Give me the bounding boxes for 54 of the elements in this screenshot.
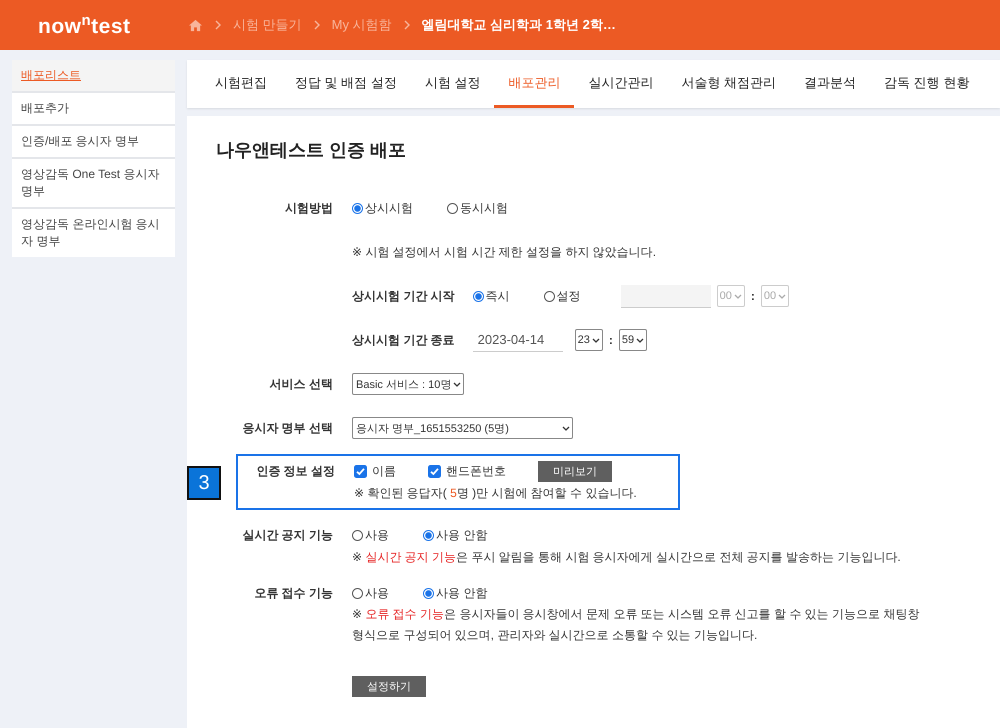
field-label: 실시간 공지 기능 xyxy=(241,526,334,544)
field-label: 응시자 명부 선택 xyxy=(241,420,334,436)
checkbox[interactable] xyxy=(354,464,367,478)
time-separator: : xyxy=(750,289,755,303)
preview-button[interactable]: 미리보기 xyxy=(538,460,612,482)
tab[interactable]: 결과분석 xyxy=(790,60,870,108)
field-label: 오류 접수 기능 xyxy=(253,584,334,602)
note-text: ※ 확인된 응답자( 5명 )만 시험에 참여할 수 있습니다. xyxy=(354,484,637,502)
field-label: 인증 정보 설정 xyxy=(255,462,336,480)
tab[interactable]: 서술형 채점관리 xyxy=(667,60,790,108)
caret-icon xyxy=(453,382,462,386)
time-separator: : xyxy=(608,333,613,347)
caret-icon xyxy=(592,338,600,342)
checkbox-option[interactable]: 이름 xyxy=(354,462,396,480)
sidebar-item[interactable]: 배포추가 xyxy=(12,93,175,124)
roster-select[interactable]: 응시자 명부_1651553250 (5명) xyxy=(352,417,573,439)
tab[interactable]: 시험 설정 xyxy=(410,60,494,108)
note-text: ※ 시험 설정에서 시험 시간 제한 설정을 하지 않았습니다. xyxy=(352,244,656,260)
field-label: 상시시험 기간 시작 xyxy=(352,288,455,304)
tab[interactable]: 실시간관리 xyxy=(574,60,668,108)
radio-option[interactable]: 상시시험 xyxy=(352,200,413,216)
radio-option[interactable]: 사용 xyxy=(352,584,389,602)
minute-select[interactable]: 59 xyxy=(618,329,648,351)
sidebar-item[interactable]: 영상감독 온라인시험 응시자 명부 xyxy=(12,209,175,257)
tab[interactable]: 정답 및 배점 설정 xyxy=(281,60,411,108)
field-label: 상시시험 기간 종료 xyxy=(352,332,455,348)
tab[interactable]: 감독 진행 현황 xyxy=(870,60,984,108)
radio-option[interactable]: 사용 안함 xyxy=(423,526,488,544)
radio-option[interactable]: 사용 xyxy=(352,526,389,544)
sidebar-item[interactable]: 인증/배포 응시자 명부 xyxy=(12,126,175,157)
checkbox[interactable] xyxy=(428,464,441,478)
field-label: 시험방법 xyxy=(284,200,334,216)
caret-icon xyxy=(636,338,644,342)
date-field[interactable]: 2023-04-14 xyxy=(472,328,563,352)
sidebar-item[interactable]: 영상감독 One Test 응시자 명부 xyxy=(12,159,175,207)
chevron-icon xyxy=(314,20,320,30)
caret-icon xyxy=(778,294,786,298)
step-badge: 3 xyxy=(187,466,221,500)
caret-icon xyxy=(734,294,742,298)
date-field[interactable] xyxy=(620,284,711,308)
submit-button[interactable]: 설정하기 xyxy=(352,676,426,696)
field-label: 서비스 선택 xyxy=(268,376,334,392)
hour-select[interactable]: 23 xyxy=(574,329,603,351)
checkbox-option[interactable]: 핸드폰번호 xyxy=(428,462,506,480)
page-title: 나우앤테스트 인증 배포 xyxy=(216,139,408,162)
tab[interactable]: 시험편집 xyxy=(201,60,281,108)
chevron-icon xyxy=(404,20,410,30)
chevron-icon xyxy=(215,20,221,30)
radio-option[interactable]: 동시시험 xyxy=(447,200,508,216)
note-text: ※ 오류 접수 기능은 응시자들이 응시창에서 문제 오류 또는 시스템 오류 신고를 할 수 있는 기능으로 채팅창 형식으로 구성되어 있으며, 관리자와 실시간으로 소통할 수 있는 기능입니다. xyxy=(352,606,920,644)
radio-option[interactable]: 사용 안함 xyxy=(423,584,488,602)
service-select[interactable]: Basic 서비스 : 10명 xyxy=(352,373,464,395)
note-text: ※ 실시간 공지 기능은 푸시 알림을 통해 시험 응시자에게 실시간으로 전체 공지를 발송하는 기능입니다. xyxy=(352,548,902,566)
caret-icon xyxy=(562,426,570,430)
